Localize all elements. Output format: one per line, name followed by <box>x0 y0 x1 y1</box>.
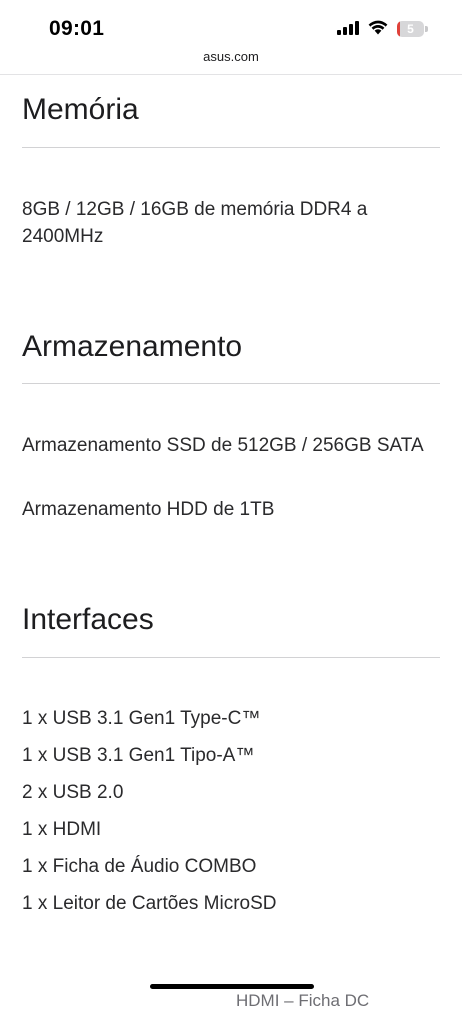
section-divider <box>22 147 440 148</box>
interface-item: 2 x USB 2.0 <box>22 782 124 803</box>
section-title-memoria: Memória <box>22 93 139 126</box>
status-time: 09:01 <box>49 17 105 40</box>
cutoff-text: HDMI – Ficha DC <box>236 991 370 1010</box>
interface-item: 1 x USB 3.1 Gen1 Tipo-A™ <box>22 745 255 766</box>
battery-icon: 5 <box>397 21 428 38</box>
section-divider <box>22 383 440 384</box>
interface-item: 1 x USB 3.1 Gen1 Type-C™ <box>22 708 261 729</box>
url-text[interactable]: asus.com <box>203 49 259 64</box>
interface-item: 1 x Ficha de Áudio COMBO <box>22 856 257 877</box>
spec-line: Armazenamento HDD de 1TB <box>22 499 275 520</box>
wifi-icon <box>368 20 388 35</box>
status-bar: 09:01 5 <box>0 0 462 48</box>
interface-item: 1 x Leitor de Cartões MicroSD <box>22 893 277 914</box>
section-title-armazenamento: Armazenamento <box>22 330 243 363</box>
battery-level: 5 <box>407 22 414 36</box>
spec-line: Armazenamento SSD de 512GB / 256GB SATA <box>22 435 424 456</box>
interface-item: 1 x HDMI <box>22 819 102 840</box>
home-indicator[interactable] <box>150 984 314 989</box>
section-title-interfaces: Interfaces <box>22 603 154 636</box>
signal-bars-icon <box>337 21 359 35</box>
spec-line: 8GB / 12GB / 16GB de memória DDR4 a 2400… <box>22 199 368 247</box>
section-divider <box>22 657 440 658</box>
toolbar-divider <box>0 74 462 75</box>
url-bar[interactable]: asus.com <box>0 49 462 64</box>
